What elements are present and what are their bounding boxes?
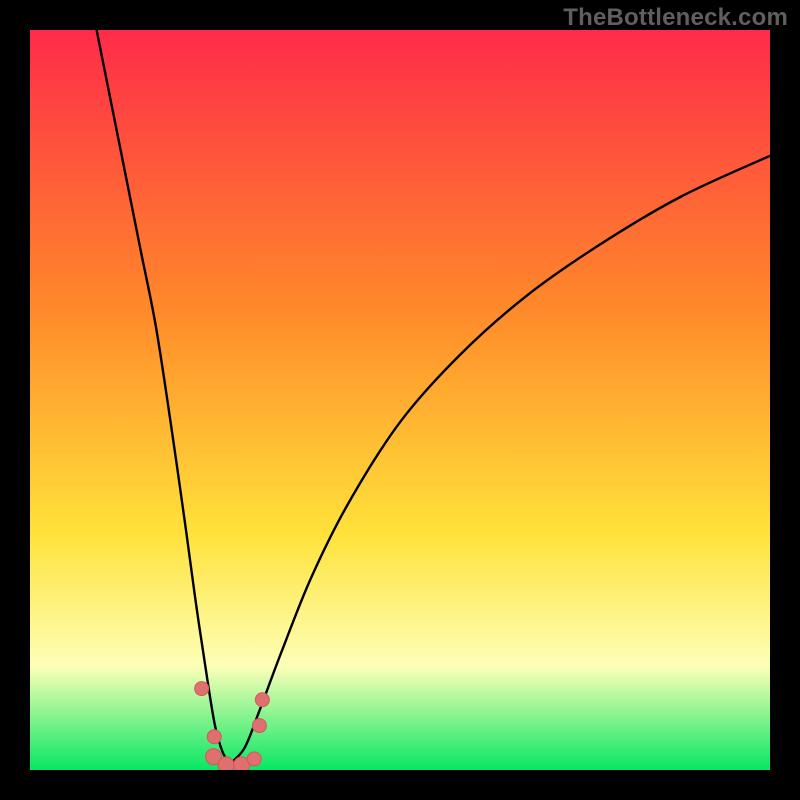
data-marker-1 (207, 730, 221, 744)
bottleneck-chart (30, 30, 770, 770)
data-marker-0 (195, 682, 209, 696)
data-marker-3 (218, 757, 234, 770)
plot-area (30, 30, 770, 770)
data-marker-6 (252, 719, 266, 733)
data-marker-5 (247, 752, 261, 766)
gradient-background (30, 30, 770, 770)
watermark-text: TheBottleneck.com (563, 4, 788, 32)
outer-frame: TheBottleneck.com (0, 0, 800, 800)
data-marker-7 (255, 693, 269, 707)
